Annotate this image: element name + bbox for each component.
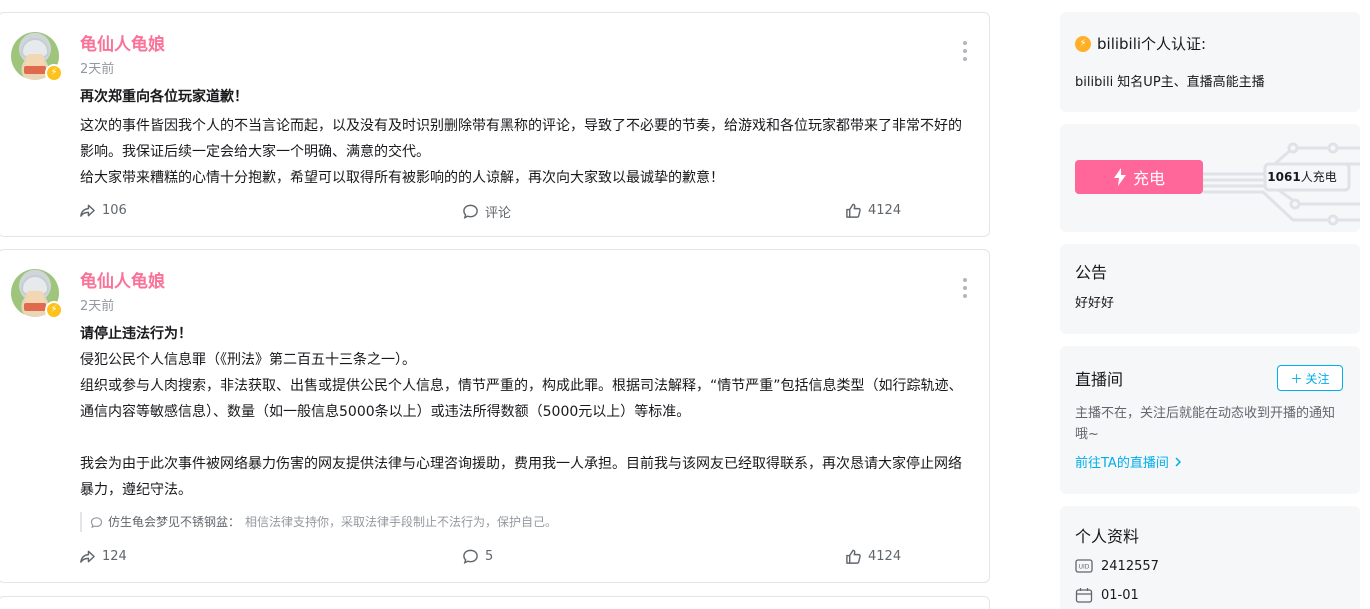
author-name[interactable]: 龟仙人龟娘 [80, 267, 165, 292]
charge-count[interactable]: 1061人充电 [1262, 164, 1342, 190]
hot-comment[interactable]: 仿生龟会梦见不锈钢盆： 相信法律支持你，采取法律手段制止不法行为，保护自己。 [80, 512, 557, 532]
more-icon[interactable] [961, 41, 969, 61]
post-title: 请停止违法行为！ [80, 326, 192, 342]
comment-button[interactable]: 评论 [462, 202, 511, 221]
birthday-value: 01-01 [1101, 587, 1139, 603]
plus-icon: ＋ [1290, 371, 1303, 386]
like-button[interactable]: 4124 [845, 548, 901, 565]
forward-icon [80, 550, 95, 563]
hot-comment-user[interactable]: 仿生龟会梦见不锈钢盆： [108, 512, 240, 532]
live-room-panel: 直播间 ＋ 关注 主播不在，关注后就能在动态收到开播的通知哦~ 前往TA的直播间 [1060, 346, 1360, 494]
charge-panel: 充电 1061人充电 [1060, 124, 1360, 232]
uid-row: UID 2412557 [1075, 558, 1159, 574]
live-room-tip: 主播不在，关注后就能在动态收到开播的通知哦~ [1075, 406, 1336, 442]
notice-title: 公告 [1075, 263, 1108, 282]
forward-icon [80, 204, 95, 217]
live-room-link-text: 前往TA的直播间 [1075, 456, 1169, 471]
page: ⚡ 龟仙人龟娘 2天前 再次郑重向各位玩家道歉！ 这次的事件皆因我个人的不当言论… [0, 0, 1370, 609]
post-time[interactable]: 2天前 [80, 58, 114, 77]
charge-label: 充电 [1132, 169, 1165, 188]
profile-panel: 个人资料 UID 2412557 01-01 [1060, 506, 1360, 609]
chevron-right-icon [1175, 456, 1181, 467]
avatar-scarf [24, 66, 46, 74]
avatar-scarf [24, 303, 46, 311]
calendar-icon [1075, 588, 1093, 603]
avatar[interactable]: ⚡ [11, 32, 63, 82]
uid-icon: UID [1075, 559, 1093, 573]
certification-title: ⚡ bilibili个人认证: [1075, 33, 1206, 54]
more-icon[interactable] [961, 278, 969, 298]
comment-label: 评论 [485, 206, 512, 221]
certification-desc: bilibili 知名UP主、直播高能主播 [1075, 75, 1265, 90]
forward-count: 106 [102, 203, 127, 218]
birthday-row: 01-01 [1075, 587, 1139, 603]
uid-value: 2412557 [1101, 558, 1159, 574]
verified-icon: ⚡ [45, 64, 63, 82]
avatar[interactable]: ⚡ [11, 269, 63, 319]
hot-comment-text: 相信法律支持你，采取法律手段制止不法行为，保护自己。 [245, 515, 558, 529]
dynamic-card: ⚡ 龟仙人龟娘 2天前 再次郑重向各位玩家道歉！ 这次的事件皆因我个人的不当言论… [0, 12, 990, 237]
post-time[interactable]: 2天前 [80, 295, 114, 314]
comment-count: 5 [485, 549, 494, 564]
profile-title: 个人资料 [1075, 527, 1140, 546]
follow-label: 关注 [1305, 371, 1330, 386]
lightning-icon [1113, 168, 1126, 186]
comment-icon [90, 516, 103, 528]
author-name[interactable]: 龟仙人龟娘 [80, 30, 165, 55]
charge-count-number: 1061 [1267, 170, 1301, 184]
post-body: 侵犯公民个人信息罪（《刑法》第二百五十三条之一）。 组织或参与人肉搜索，非法获取… [80, 352, 963, 498]
follow-button[interactable]: ＋ 关注 [1277, 365, 1343, 391]
like-icon [846, 549, 861, 564]
like-icon [846, 203, 861, 218]
like-count: 4124 [868, 203, 902, 218]
comment-icon [463, 204, 478, 219]
like-count: 4124 [868, 549, 902, 564]
lightning-icon: ⚡ [1075, 35, 1091, 52]
forward-button[interactable]: 106 [79, 202, 127, 219]
comment-icon [463, 549, 478, 564]
charge-button[interactable]: 充电 [1075, 160, 1203, 194]
post-title: 再次郑重向各位玩家道歉！ [80, 89, 248, 105]
comment-button[interactable]: 5 [462, 548, 493, 565]
like-button[interactable]: 4124 [845, 202, 901, 219]
notice-text: 好好好 [1075, 296, 1115, 311]
dynamic-card [0, 596, 990, 609]
certification-panel: ⚡ bilibili个人认证: bilibili 知名UP主、直播高能主播 [1060, 12, 1360, 112]
post-actions: 106 评论 4124 [0, 202, 989, 222]
notice-panel: 公告 好好好 [1060, 244, 1360, 334]
forward-count: 124 [102, 549, 127, 564]
verified-icon: ⚡ [45, 301, 63, 319]
certification-title-text: bilibili个人认证: [1097, 35, 1207, 53]
post-actions: 124 5 4124 [0, 548, 989, 568]
live-room-link[interactable]: 前往TA的直播间 [1075, 452, 1182, 471]
dynamic-card: ⚡ 龟仙人龟娘 2天前 请停止违法行为！ 侵犯公民个人信息罪（《刑法》第二百五十… [0, 249, 990, 583]
live-room-title: 直播间 [1075, 370, 1124, 389]
post-body: 这次的事件皆因我个人的不当言论而起，以及没有及时识别删除带有黑称的评论，导致了不… [80, 118, 962, 186]
forward-button[interactable]: 124 [79, 548, 127, 565]
charge-count-suffix: 人充电 [1300, 170, 1337, 184]
svg-text:UID: UID [1079, 564, 1090, 571]
